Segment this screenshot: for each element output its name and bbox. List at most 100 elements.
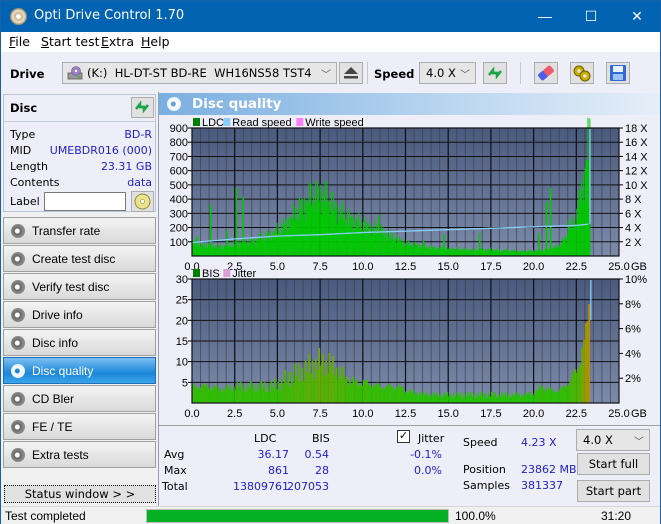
erase-button[interactable] <box>534 62 558 84</box>
maximize-button[interactable]: ☐ <box>568 1 614 32</box>
drive-select[interactable]: (K:) HL-DT-ST BD-RE WH16NS58 TST4 ﹀ <box>62 62 337 84</box>
chevron-down-icon: ﹀ <box>321 70 331 81</box>
bis-bar <box>378 384 380 403</box>
sidebar-item-disc-quality[interactable]: Disc quality <box>3 357 156 384</box>
bis-bar <box>212 385 215 403</box>
ldc-bar <box>450 250 452 256</box>
sidebar-item-transfer-rate[interactable]: Transfer rate <box>3 217 156 244</box>
ldc-bar <box>440 249 442 256</box>
bis-bar <box>224 389 227 403</box>
menu-file[interactable]: File <box>9 34 30 49</box>
ldc-bar <box>396 235 398 256</box>
jitter-checkbox[interactable]: ✓ <box>397 430 410 443</box>
ldc-bar <box>211 247 213 256</box>
sidebar-item-verify-test-disc[interactable]: Verify test disc <box>3 273 156 300</box>
ldc-spike <box>549 187 552 256</box>
progress-bar <box>146 509 449 523</box>
ldc-bar <box>231 243 233 256</box>
ldc-bar <box>392 231 394 256</box>
disc-refresh-button[interactable] <box>131 97 154 118</box>
refresh-button[interactable] <box>483 62 507 84</box>
sidebar-item-disc-info[interactable]: Disc info <box>3 329 156 356</box>
ldc-bar <box>254 244 256 256</box>
start-full-button[interactable]: Start full <box>577 453 650 475</box>
ldc-bar <box>504 250 506 256</box>
bis-bar <box>393 389 396 403</box>
ldc-bar <box>265 232 267 256</box>
ldc-bar <box>295 218 297 256</box>
ldc-bar <box>297 207 299 256</box>
speed-select[interactable]: 4.0 X ﹀ <box>419 62 476 84</box>
app-disc-icon <box>10 8 27 25</box>
ldc-bar <box>218 246 220 256</box>
bis-bar <box>297 362 300 403</box>
minimize-button[interactable]: — <box>522 1 568 32</box>
ldc-bar <box>249 237 251 256</box>
ldc-bar <box>269 234 271 256</box>
ldc-bar <box>234 244 236 256</box>
bis-bar <box>311 360 314 403</box>
bis-bar <box>583 339 585 403</box>
bis-bar <box>323 375 326 403</box>
bis-bar <box>272 387 274 403</box>
bis-bar <box>523 396 526 403</box>
status-window-button[interactable]: Status window > > <box>4 485 156 503</box>
avg-jitter: -0.1% <box>410 448 442 461</box>
bis-bar <box>255 392 257 403</box>
status-bar: Test completed 100.0% 31:20 <box>1 506 660 524</box>
menu-start-test[interactable]: Start test <box>41 34 100 49</box>
bis-bar <box>241 390 244 403</box>
ldc-bar <box>468 251 470 256</box>
toolbar: Drive (K:) HL-DT-ST BD-RE WH16NS58 TST4 … <box>1 52 660 92</box>
ldc-bar <box>317 187 319 256</box>
app-window: Opti Drive Control 1.70 — ☐ ✕ File Start… <box>0 0 661 524</box>
ldc-bar <box>267 229 269 256</box>
sidebar-item-create-test-disc[interactable]: Create test disc <box>3 245 156 272</box>
bis-bar <box>572 371 575 403</box>
menu-extra[interactable]: Extra <box>101 34 134 49</box>
sidebar-item-drive-info[interactable]: Drive info <box>3 301 156 328</box>
bis-bar <box>560 387 563 403</box>
disc-label-input[interactable] <box>44 192 126 211</box>
bis-bar <box>502 395 505 403</box>
bis-bar <box>197 389 199 403</box>
bis-bar <box>362 379 365 403</box>
sidebar-item-cd-bler[interactable]: CD Bler <box>3 385 156 412</box>
start-part-button[interactable]: Start part <box>577 480 650 502</box>
test-speed-select[interactable]: 4.0 X ﹀ <box>576 429 650 451</box>
bis-bar <box>250 380 252 403</box>
ldc-bar <box>334 209 336 256</box>
y-tick-label: 25 <box>176 295 188 307</box>
ldc-bar <box>219 244 221 256</box>
ldc-bar <box>344 213 346 256</box>
bis-bar <box>260 380 263 403</box>
ldc-bar <box>570 229 572 256</box>
ldc-bar <box>497 249 499 256</box>
sidebar-item-fe-te[interactable]: FE / TE <box>3 413 156 440</box>
bis-bar <box>403 392 406 403</box>
ldc-bar <box>337 207 339 256</box>
close-button[interactable]: ✕ <box>614 1 660 32</box>
bis-bar <box>439 394 442 403</box>
menu-help[interactable]: Help <box>141 34 170 49</box>
ldc-bar <box>460 249 462 256</box>
ldc-bar <box>350 217 352 256</box>
sidebar: Disc Type BD-R MID UMEBDR016 (000) Length 2… <box>1 92 158 506</box>
ldc-bar <box>238 240 240 256</box>
ldc-bar <box>261 240 263 256</box>
y-tick-label: 500 <box>170 180 188 192</box>
sidebar-item-extra-tests[interactable]: Extra tests <box>3 441 156 468</box>
disc-label-button[interactable] <box>131 191 154 212</box>
eject-button[interactable] <box>339 62 363 84</box>
ldc-spike <box>537 233 540 256</box>
total-ldc: 13809761 <box>233 480 289 493</box>
bis-bar <box>390 385 392 403</box>
settings-button[interactable] <box>570 62 594 84</box>
x-tick-label: 17.5 <box>480 408 501 419</box>
save-button[interactable] <box>606 62 630 84</box>
bis-bar <box>492 395 495 403</box>
bis-bar <box>490 391 493 403</box>
ldc-bar <box>446 246 448 256</box>
bis-bar <box>451 397 454 403</box>
bis-bar <box>513 395 515 403</box>
